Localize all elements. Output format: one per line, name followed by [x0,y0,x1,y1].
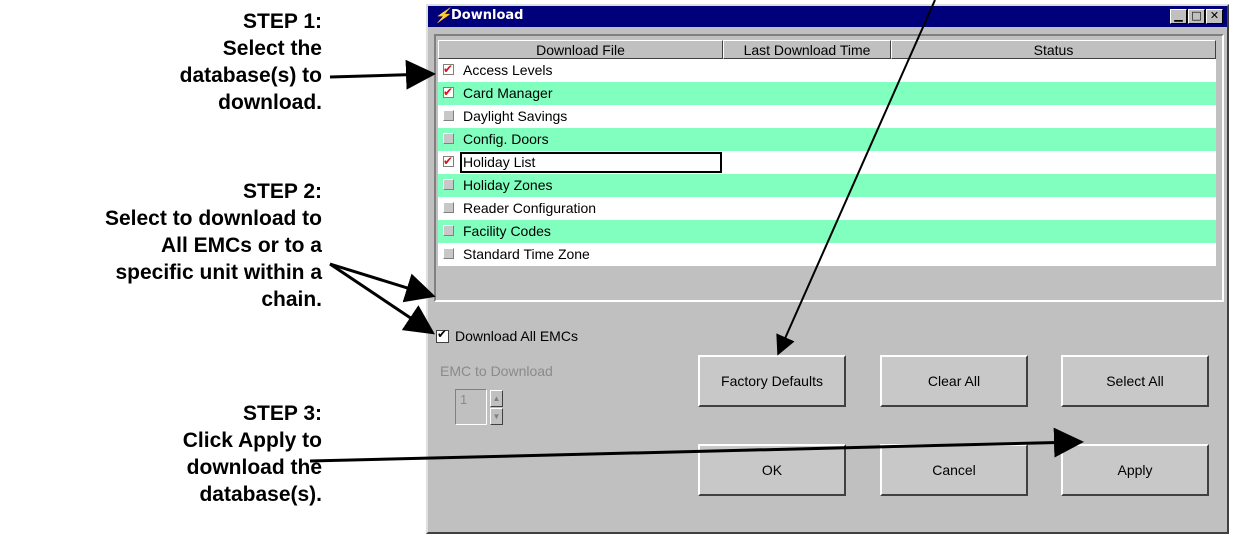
step2-arrow-list [329,262,436,303]
step2-arrow-checkbox [329,262,435,335]
annotation-arrows [309,0,1084,463]
factory-defaults-arrow [776,0,936,356]
step3-arrow [309,427,1084,463]
step1-arrow [329,59,436,90]
